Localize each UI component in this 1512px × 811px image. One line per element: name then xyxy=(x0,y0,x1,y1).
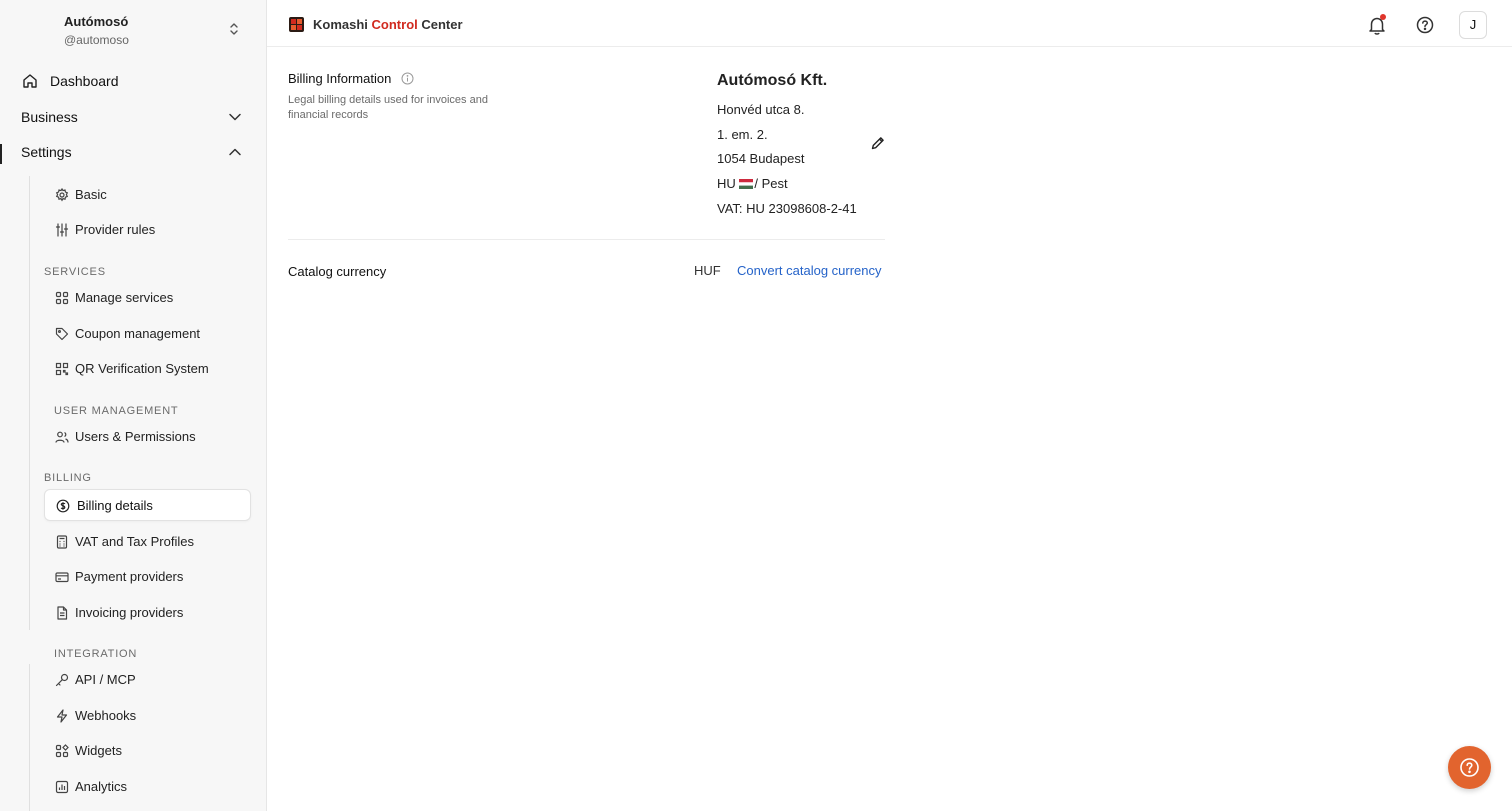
info-icon[interactable] xyxy=(401,72,414,85)
billing-details-page: Billing Information Legal billing detail… xyxy=(267,47,1512,811)
sliders-icon xyxy=(55,223,69,237)
widgets-icon xyxy=(55,744,69,758)
tree-line xyxy=(29,176,30,630)
nav-settings-label: Settings xyxy=(21,144,72,160)
settings-item-label: Invoicing providers xyxy=(75,605,184,620)
settings-item-label: Basic xyxy=(75,187,107,202)
lightning-icon xyxy=(56,709,68,723)
country-code: HU xyxy=(717,176,736,191)
settings-item-label: API / MCP xyxy=(75,672,136,687)
brand-part-komashi: Komashi xyxy=(313,17,368,32)
settings-item-label: Billing details xyxy=(77,498,153,513)
settings-item-invoicing-providers[interactable]: Invoicing providers xyxy=(44,597,251,629)
nav-dashboard[interactable]: Dashboard xyxy=(0,66,267,96)
nav-business[interactable]: Business xyxy=(0,102,267,132)
question-circle-icon xyxy=(1460,758,1479,777)
document-icon xyxy=(57,606,68,620)
chevron-up-icon xyxy=(229,148,241,156)
settings-item-basic[interactable]: Basic xyxy=(44,179,251,211)
section-label-billing: BILLING xyxy=(44,472,92,484)
help-button[interactable] xyxy=(1412,12,1438,38)
nav-business-label: Business xyxy=(21,109,78,125)
brand-title: Komashi Control Center xyxy=(313,17,463,32)
bell-icon xyxy=(1369,17,1385,35)
notifications-button[interactable] xyxy=(1364,12,1390,38)
dollar-circle-icon xyxy=(56,499,70,513)
credit-card-icon xyxy=(55,572,69,583)
help-chat-button[interactable] xyxy=(1448,746,1491,789)
settings-item-manage-services[interactable]: Manage services xyxy=(44,282,251,314)
tree-line xyxy=(29,664,30,811)
calculator-icon xyxy=(56,535,68,549)
nav-settings[interactable]: Settings xyxy=(0,137,267,167)
settings-item-qr-verification[interactable]: QR Verification System xyxy=(44,353,251,385)
home-icon xyxy=(23,74,37,88)
gear-icon xyxy=(55,188,69,202)
settings-item-coupon-management[interactable]: Coupon management xyxy=(44,318,251,350)
top-header: Komashi Control Center J xyxy=(267,0,1512,47)
vat-number: VAT: HU 23098608-2-41 xyxy=(717,201,857,216)
brand-part-control: Control xyxy=(371,17,418,32)
settings-item-label: Payment providers xyxy=(75,569,184,584)
settings-item-users-permissions[interactable]: Users & Permissions xyxy=(44,421,251,453)
workspace-name: Autómosó xyxy=(64,14,129,29)
catalog-currency-label: Catalog currency xyxy=(288,264,387,279)
pencil-icon[interactable] xyxy=(870,135,886,151)
notification-dot xyxy=(1380,14,1386,20)
settings-item-label: Webhooks xyxy=(75,708,137,723)
komashi-logo-icon xyxy=(289,17,304,32)
settings-item-label: Manage services xyxy=(75,290,174,305)
tag-icon xyxy=(55,327,69,341)
address-city: 1054 Budapest xyxy=(717,151,805,166)
settings-item-api-mcp[interactable]: API / MCP xyxy=(44,664,251,696)
settings-item-label: Widgets xyxy=(75,743,122,758)
settings-item-label: Coupon management xyxy=(75,326,201,341)
region: / Pest xyxy=(754,176,788,191)
user-avatar[interactable]: J xyxy=(1459,11,1487,39)
section-divider xyxy=(288,239,885,240)
settings-item-label: Users & Permissions xyxy=(75,429,196,444)
qr-code-icon xyxy=(55,362,69,376)
chart-icon xyxy=(55,780,69,794)
billing-information-title: Billing Information xyxy=(288,71,392,86)
section-label-user-management: USER MANAGEMENT xyxy=(54,405,179,417)
settings-item-provider-rules[interactable]: Provider rules xyxy=(44,214,251,246)
hungary-flag-icon xyxy=(739,179,754,189)
catalog-currency-value: HUF xyxy=(694,263,721,278)
nav-dashboard-label: Dashboard xyxy=(50,73,119,89)
sidebar: Autómosó @automoso Dashboard Business Se… xyxy=(0,0,267,811)
address-floor: 1. em. 2. xyxy=(717,127,768,142)
section-label-services: SERVICES xyxy=(44,266,106,278)
chevron-down-icon xyxy=(229,113,241,121)
settings-item-label: QR Verification System xyxy=(75,361,209,376)
brand-part-center: Center xyxy=(421,17,463,32)
settings-item-billing-details[interactable]: Billing details xyxy=(44,489,251,521)
address-country-region: HU / Pest xyxy=(717,176,788,191)
workspace-handle: @automoso xyxy=(64,33,129,47)
key-icon xyxy=(55,673,69,687)
chevron-up-down-icon xyxy=(230,23,238,35)
section-label-integration: INTEGRATION xyxy=(54,648,138,660)
billing-information-description: Legal billing details used for invoices … xyxy=(288,94,488,121)
company-name: Autómosó Kft. xyxy=(717,72,828,89)
settings-item-label: VAT and Tax Profiles xyxy=(75,534,194,549)
settings-item-label: Provider rules xyxy=(75,222,156,237)
workspace-switcher[interactable]: Autómosó @automoso xyxy=(64,14,244,48)
users-icon xyxy=(55,431,69,443)
settings-item-vat-tax[interactable]: VAT and Tax Profiles xyxy=(44,526,251,558)
settings-item-analytics[interactable]: Analytics xyxy=(44,771,251,803)
convert-catalog-currency-link[interactable]: Convert catalog currency xyxy=(737,263,882,278)
address-street: Honvéd utca 8. xyxy=(717,102,805,117)
settings-item-label: Analytics xyxy=(75,779,128,794)
settings-item-webhooks[interactable]: Webhooks xyxy=(44,700,251,732)
settings-item-payment-providers[interactable]: Payment providers xyxy=(44,561,251,593)
grid-icon xyxy=(55,291,69,305)
question-circle-icon xyxy=(1416,16,1434,34)
settings-item-widgets[interactable]: Widgets xyxy=(44,735,251,767)
